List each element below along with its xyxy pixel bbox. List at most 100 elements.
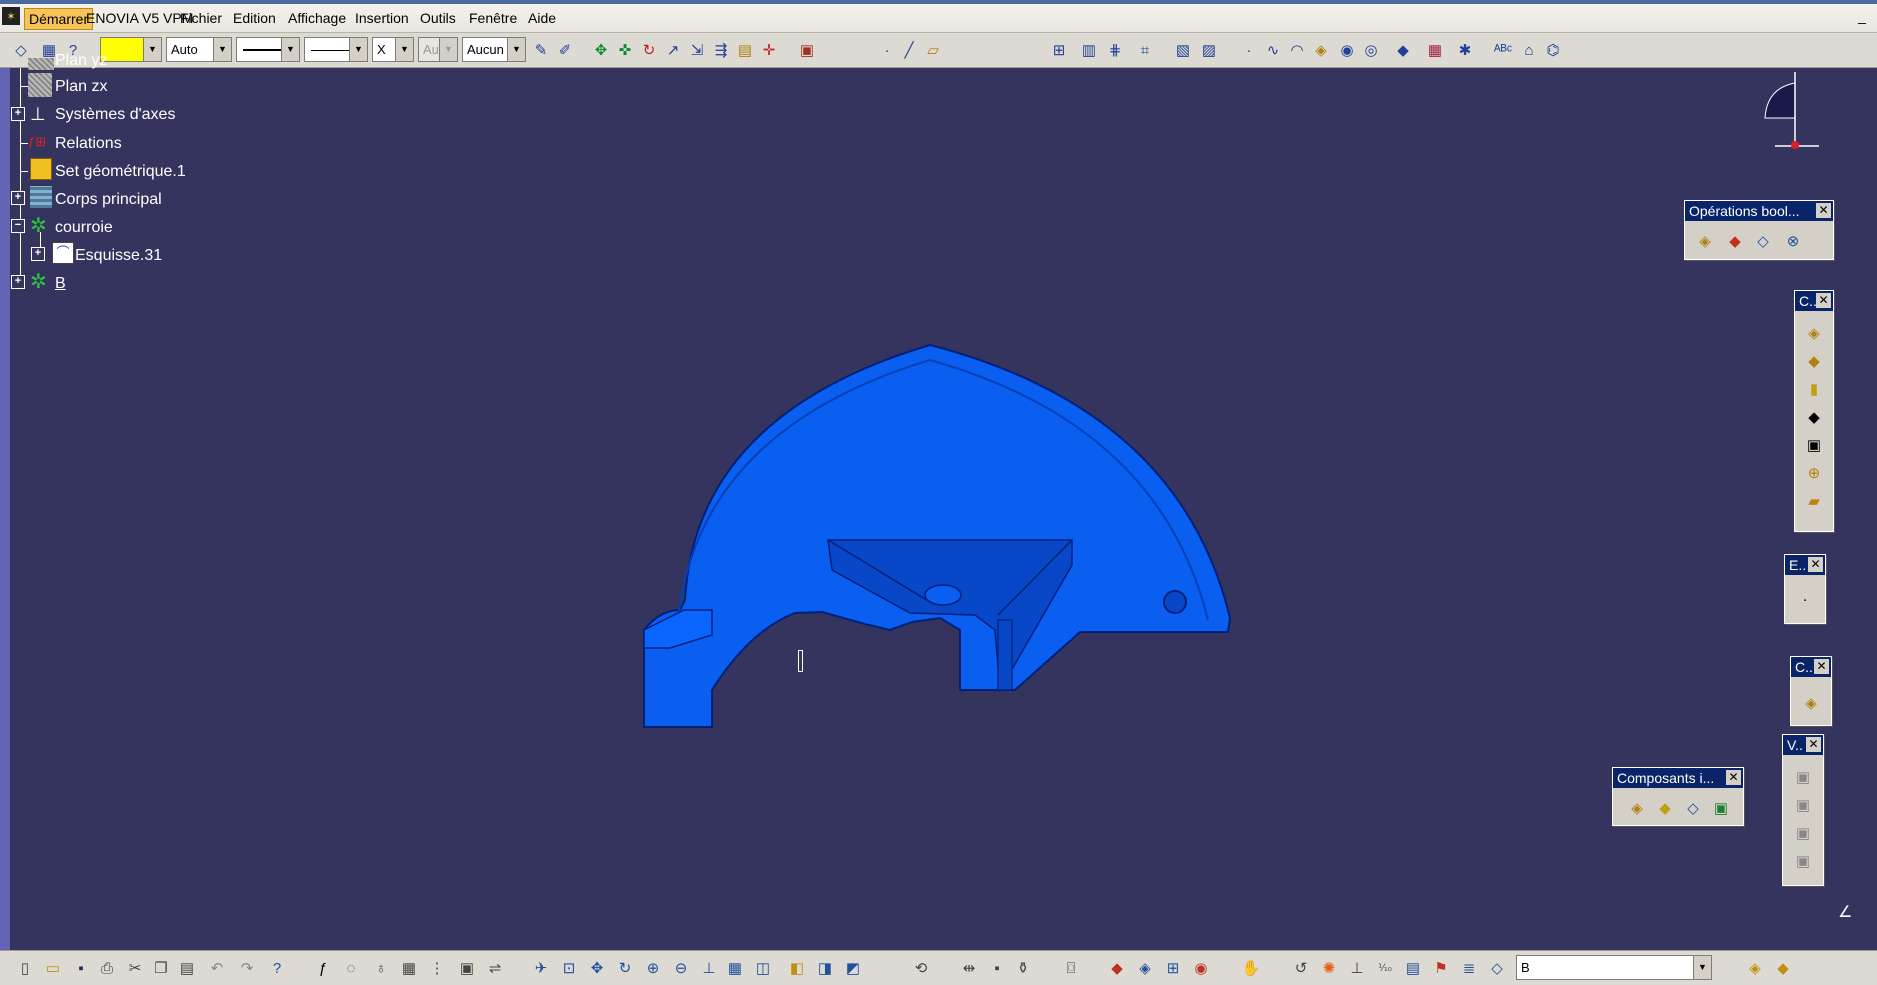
knowledge-icon[interactable]: ✱ <box>1454 39 1476 61</box>
close-icon[interactable]: ✕ <box>1808 557 1823 572</box>
refresh-icon[interactable]: ↺ <box>1290 957 1312 979</box>
menu-fenetre[interactable]: Fenêtre <box>465 8 521 28</box>
expand-icon[interactable]: + <box>11 275 25 289</box>
spline-icon[interactable]: ∿ <box>1262 39 1284 61</box>
offset-icon[interactable]: ⇶ <box>710 39 732 61</box>
layers-icon[interactable]: ≣ <box>1458 957 1480 979</box>
table-icon[interactable]: ▦ <box>1424 39 1446 61</box>
new-file-icon[interactable]: ▯ <box>14 957 36 979</box>
sectioning-icon[interactable]: ⊞ <box>1162 957 1184 979</box>
move-icon[interactable]: ✥ <box>590 39 612 61</box>
render-icon[interactable]: ◉ <box>1190 957 1212 979</box>
intersect-icon[interactable]: ⊗ <box>1781 229 1805 253</box>
pan-icon[interactable]: ✥ <box>586 957 608 979</box>
c-panel-title[interactable]: C.. ✕ <box>1795 291 1833 311</box>
chevron-down-icon[interactable]: ▼ <box>507 38 525 61</box>
rotate-view-icon[interactable]: ↻ <box>614 957 636 979</box>
minimize-icon[interactable]: _ <box>1853 7 1871 25</box>
close-icon[interactable]: ✕ <box>1726 770 1741 785</box>
comment-icon[interactable]: ◌ <box>340 957 362 979</box>
menu-insertion[interactable]: Insertion <box>351 8 413 28</box>
tree-item-relations[interactable]: Relations <box>55 133 122 155</box>
chevron-down-icon[interactable]: ▼ <box>395 38 413 61</box>
multi-view-icon[interactable]: ▦ <box>724 957 746 979</box>
constraint-icon[interactable]: ⊞ <box>1048 39 1070 61</box>
stiffener-icon[interactable]: ▣ <box>1802 433 1826 457</box>
e-panel-title[interactable]: E.. ✕ <box>1785 555 1825 575</box>
expand-icon[interactable]: + <box>11 191 25 205</box>
spell-icon[interactable]: ᴬᴮᶜ <box>1492 39 1514 61</box>
extrude-surface-icon[interactable]: ◈ <box>1310 39 1332 61</box>
line-icon[interactable]: ╱ <box>898 39 920 61</box>
save-icon[interactable]: ▪ <box>70 957 92 979</box>
tree-item-set-geometrique[interactable]: Set géométrique.1 <box>55 161 186 183</box>
tree-item-plan-yz[interactable]: Plan yz <box>55 50 107 72</box>
swap-space-icon[interactable]: ◩ <box>842 957 864 979</box>
rib-icon[interactable]: ◆ <box>1802 405 1826 429</box>
fit-all-icon[interactable]: ⌗ <box>1134 39 1156 61</box>
copy-icon[interactable]: ❐ <box>150 957 172 979</box>
point-icon[interactable]: · <box>876 39 898 61</box>
paint-brush-icon[interactable]: ✎ <box>530 39 552 61</box>
belt-guard-part[interactable] <box>600 330 1260 750</box>
line-thickness-combo[interactable]: ▼ <box>236 37 300 62</box>
dimension-icon[interactable]: ▥ <box>1078 39 1100 61</box>
chevron-down-icon[interactable]: ▼ <box>213 38 231 61</box>
plane-icon[interactable]: ▱ <box>922 39 944 61</box>
catia-logo-icon[interactable]: ✶ <box>2 7 20 25</box>
sketch-icon[interactable]: ▧ <box>1172 39 1194 61</box>
axis-icon[interactable]: ⊥ <box>1346 957 1368 979</box>
grid-icon[interactable]: ⋕ <box>1104 39 1126 61</box>
align-icon[interactable]: ⇲ <box>686 39 708 61</box>
chevron-down-icon[interactable]: ▼ <box>439 38 457 61</box>
catalog-icon[interactable]: ▣ <box>796 39 818 61</box>
expand-icon[interactable]: + <box>11 107 25 121</box>
tree-item-b[interactable]: B <box>55 273 66 295</box>
iso-view-icon[interactable]: ◫ <box>752 957 774 979</box>
point-style-combo[interactable]: X ▼ <box>372 37 414 62</box>
cut-icon[interactable]: ✂ <box>124 957 146 979</box>
split-icon[interactable]: ◎ <box>1360 39 1382 61</box>
chevron-down-icon[interactable]: ▼ <box>281 38 299 61</box>
format-painter-icon[interactable]: ✐ <box>554 39 576 61</box>
reactions-icon[interactable]: ◆ <box>1772 957 1794 979</box>
close-icon[interactable]: ✕ <box>1816 293 1831 308</box>
line-style-combo[interactable]: ▼ <box>304 37 368 62</box>
color-combo[interactable]: ▼ <box>100 37 162 62</box>
add-icon[interactable]: ◆ <box>1723 229 1747 253</box>
c-panel-2-title[interactable]: C.. ✕ <box>1791 657 1831 677</box>
menu-fichier[interactable]: Fichier <box>176 8 226 28</box>
tree-item-plan-zx[interactable]: Plan zx <box>55 76 107 98</box>
apply-material-icon[interactable]: ◆ <box>1106 957 1128 979</box>
whats-this-icon[interactable]: ? <box>266 957 288 979</box>
pocket-icon[interactable]: ◆ <box>1802 349 1826 373</box>
surface-icon[interactable]: ◠ <box>1286 39 1308 61</box>
snapshot-icon[interactable]: ▪ <box>986 957 1008 979</box>
fire-icon[interactable]: ✺ <box>1318 957 1340 979</box>
close-icon[interactable]: ✕ <box>1816 203 1831 218</box>
undo-icon[interactable]: ↶ <box>206 957 228 979</box>
camera-icon[interactable]: ⌼ <box>1060 957 1082 979</box>
lock-icon[interactable]: ▣ <box>456 957 478 979</box>
plane-select-icon[interactable]: ◇ <box>1486 957 1508 979</box>
assemble-icon[interactable]: ◈ <box>1693 229 1717 253</box>
view-2-icon[interactable]: ▣ <box>1791 793 1815 817</box>
redo-icon[interactable]: ↷ <box>236 957 258 979</box>
hide-show-icon[interactable]: ◨ <box>814 957 836 979</box>
snap-icon[interactable]: ↗ <box>662 39 684 61</box>
command-input[interactable]: B ▼ <box>1516 955 1712 980</box>
hole-icon[interactable]: ⊕ <box>1802 461 1826 485</box>
compass-widget[interactable] <box>1755 68 1825 150</box>
close-icon[interactable]: ✕ <box>1806 737 1821 752</box>
shaft-icon[interactable]: ▮ <box>1802 377 1826 401</box>
transform-icon[interactable]: ◆ <box>1392 39 1414 61</box>
swap-icon[interactable]: ⇌ <box>484 957 506 979</box>
chevron-down-icon[interactable]: ▼ <box>1693 956 1711 979</box>
formula-icon[interactable]: ƒ <box>312 957 334 979</box>
chevron-down-icon[interactable]: ▼ <box>143 38 161 61</box>
fly-mode-icon[interactable]: ✈ <box>530 957 552 979</box>
measure-icon[interactable]: ▤ <box>734 39 756 61</box>
tree-item-courroie[interactable]: courroie <box>55 217 113 239</box>
measure-item-icon[interactable]: ♁ <box>370 957 392 979</box>
normal-view-icon[interactable]: ⊥ <box>698 957 720 979</box>
